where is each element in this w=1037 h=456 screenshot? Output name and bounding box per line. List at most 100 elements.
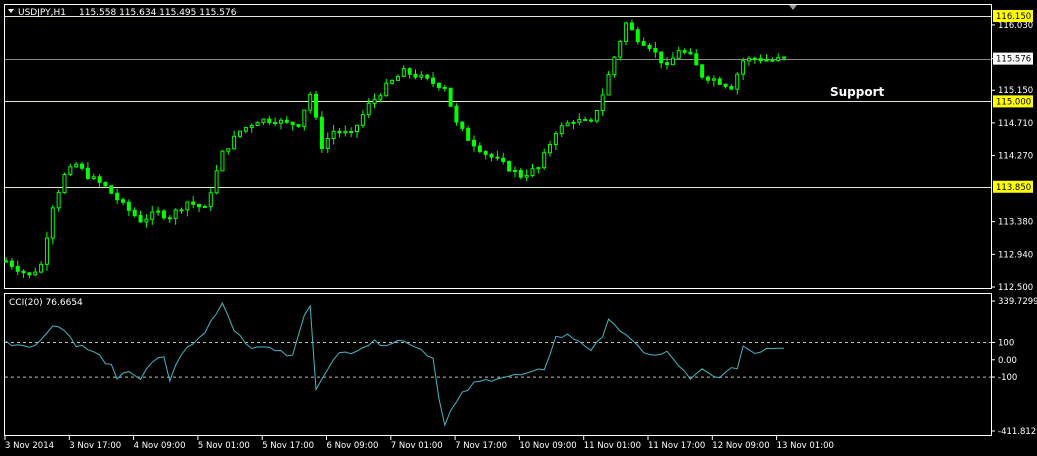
candle-body <box>15 265 20 272</box>
candle-body <box>436 82 441 88</box>
candle-body <box>191 201 196 205</box>
candle-body <box>343 131 348 134</box>
candle-body <box>618 40 623 58</box>
candle-body <box>214 170 219 194</box>
candle-body <box>50 207 55 239</box>
cci-axis: 339.7299 100 0.00 -100 -411.8129 <box>991 297 1037 437</box>
time-axis: 3 Nov 2014 3 Nov 17:00 4 Nov 09:00 5 Nov 01… <box>4 436 834 451</box>
dropdown-arrow-icon[interactable] <box>8 9 14 13</box>
candle-body <box>273 122 278 125</box>
candle-body <box>670 57 675 66</box>
candle-body <box>448 87 453 107</box>
candle-body <box>553 133 558 146</box>
candle-body <box>62 173 67 194</box>
candle-body <box>612 56 617 76</box>
main-panel-frame <box>4 4 992 289</box>
price-tick-label: 116.030 <box>998 21 1033 31</box>
candle-body <box>653 47 658 53</box>
candle-body <box>477 145 482 153</box>
candle-body <box>501 157 506 163</box>
cci-tick-label: 100 <box>998 338 1014 348</box>
candle-body <box>161 210 166 219</box>
candle-body <box>483 151 488 155</box>
time-tick-label: 3 Nov 17:00 <box>69 441 121 451</box>
candle-body <box>9 260 14 267</box>
time-tick-label: 10 Nov 09:00 <box>519 441 576 451</box>
time-tick-label: 6 Nov 09:00 <box>327 441 379 451</box>
candle-body <box>758 58 763 62</box>
candle-body <box>314 93 319 118</box>
candle-body <box>21 270 26 274</box>
time-tick-label: 11 Nov 01:00 <box>584 441 641 451</box>
level-price-label: 116.150 <box>996 12 1031 22</box>
candle-body <box>372 98 377 104</box>
candle-body <box>290 121 295 126</box>
price-tick-label: 115.150 <box>998 86 1033 96</box>
symbol-label[interactable]: USDJPY,H1 <box>18 8 66 18</box>
level-price-label: 115.000 <box>996 97 1031 107</box>
candle-body <box>156 210 161 213</box>
candle-body <box>179 209 184 212</box>
candle-body <box>366 102 371 116</box>
ohlc-values: 115.558 115.634 115.495 115.576 <box>79 8 237 18</box>
candle-body <box>150 211 155 220</box>
chart-shift-marker[interactable] <box>789 5 797 10</box>
current-price-label: 115.576 <box>996 55 1031 65</box>
time-tick-label: 11 Nov 17:00 <box>648 441 705 451</box>
time-tick-label: 4 Nov 09:00 <box>134 441 186 451</box>
candle-body <box>413 73 418 78</box>
time-tick-label: 5 Nov 17:00 <box>262 441 314 451</box>
candle-body <box>319 116 324 149</box>
candle-body <box>27 272 32 276</box>
candle-body <box>694 53 699 66</box>
cci-tick-label: -411.8129 <box>998 427 1037 437</box>
candle-body <box>524 174 529 178</box>
candle-body <box>676 50 681 59</box>
candle-body <box>325 138 330 149</box>
cci-panel-frame <box>4 293 992 436</box>
level-price-label: 113.850 <box>996 183 1031 193</box>
candle-body <box>360 114 365 126</box>
candle-body <box>466 127 471 141</box>
candle-body <box>232 135 237 150</box>
cci-indicator <box>5 301 991 427</box>
candle-body <box>173 209 178 219</box>
candle-body <box>144 218 149 223</box>
time-tick-label: 3 Nov 2014 <box>5 441 54 451</box>
candle-body <box>249 124 254 128</box>
candle-body <box>132 209 137 217</box>
candle-body <box>85 167 90 179</box>
candle-body <box>700 64 705 78</box>
time-tick-label: 12 Nov 09:00 <box>712 441 769 451</box>
candle-body <box>460 121 465 129</box>
candle-body <box>431 77 436 84</box>
candle-body <box>507 161 512 172</box>
candle-body <box>238 130 242 137</box>
candle-body <box>115 192 120 201</box>
candle-body <box>126 201 131 211</box>
candle-body <box>723 83 728 87</box>
candle-body <box>121 199 125 203</box>
candle-body <box>688 51 693 55</box>
candle-body <box>44 237 49 265</box>
candle-body <box>472 139 476 147</box>
candle-body <box>583 118 588 121</box>
candle-body <box>419 74 424 78</box>
candle-body <box>577 118 582 123</box>
candle-body <box>512 169 517 172</box>
candle-body <box>255 121 260 126</box>
candle-body <box>4 260 8 263</box>
candle-body <box>735 73 740 90</box>
price-tick-label: 114.710 <box>998 119 1033 129</box>
candle-body <box>68 166 73 175</box>
candle-body <box>606 74 611 96</box>
price-chart: 116.030 115.576 115.150 114.710 114.270 113.3… <box>4 4 1037 451</box>
candle-body <box>425 74 430 79</box>
candle-body <box>349 131 354 134</box>
candle-body <box>185 201 190 211</box>
candle-body <box>454 105 459 123</box>
candle-body <box>226 148 231 152</box>
candle-body <box>278 119 283 124</box>
candle-body <box>33 271 38 276</box>
candle-body <box>109 185 114 194</box>
